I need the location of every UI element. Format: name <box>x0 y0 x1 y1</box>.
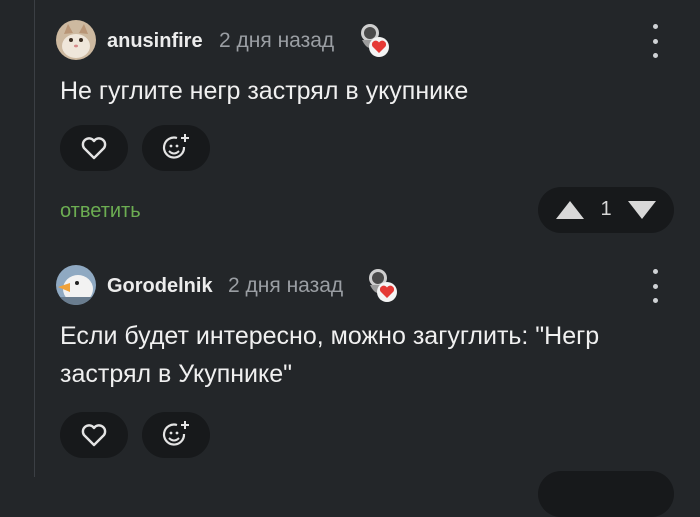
more-options-icon[interactable] <box>650 24 660 58</box>
username[interactable]: anusinfire <box>107 30 203 53</box>
add-reaction-button[interactable] <box>142 125 210 171</box>
rating-count: 1 <box>600 198 612 220</box>
timestamp: 2 дня назад <box>219 29 335 52</box>
comment-text: Не гуглите негр застрял в укупнике <box>60 77 469 105</box>
reply-link[interactable]: ответить <box>60 200 141 223</box>
like-button[interactable] <box>60 412 128 458</box>
rating-control: 1 <box>538 187 674 233</box>
username[interactable]: Gorodelnik <box>107 275 213 298</box>
heart-badge-icon <box>357 20 391 60</box>
downvote-button[interactable] <box>626 199 658 221</box>
heart-badge-icon <box>365 265 399 305</box>
add-reaction-button[interactable] <box>142 412 210 458</box>
smiley-plus-icon <box>162 421 189 446</box>
comment: Gorodelnik 2 дня назад Если будет интере… <box>56 265 700 517</box>
timestamp: 2 дня назад <box>228 274 344 297</box>
like-button[interactable] <box>60 125 128 171</box>
comment-header: Gorodelnik 2 дня назад <box>56 265 696 305</box>
heart-outline-icon <box>81 424 107 447</box>
smiley-plus-icon <box>162 134 189 159</box>
more-options-icon[interactable] <box>650 269 660 303</box>
thread-line <box>34 0 35 477</box>
comment-text: Если будет интересно, можно загуглить: "… <box>60 322 600 388</box>
goose-avatar-icon[interactable] <box>56 265 96 305</box>
heart-outline-icon <box>81 137 107 160</box>
comment-header: anusinfire 2 дня назад <box>56 20 696 60</box>
cat-avatar-icon[interactable] <box>56 20 96 60</box>
upvote-button[interactable] <box>554 199 586 221</box>
comment: anusinfire 2 дня назад Не гуглите негр з… <box>56 20 700 240</box>
rating-control <box>538 471 674 517</box>
